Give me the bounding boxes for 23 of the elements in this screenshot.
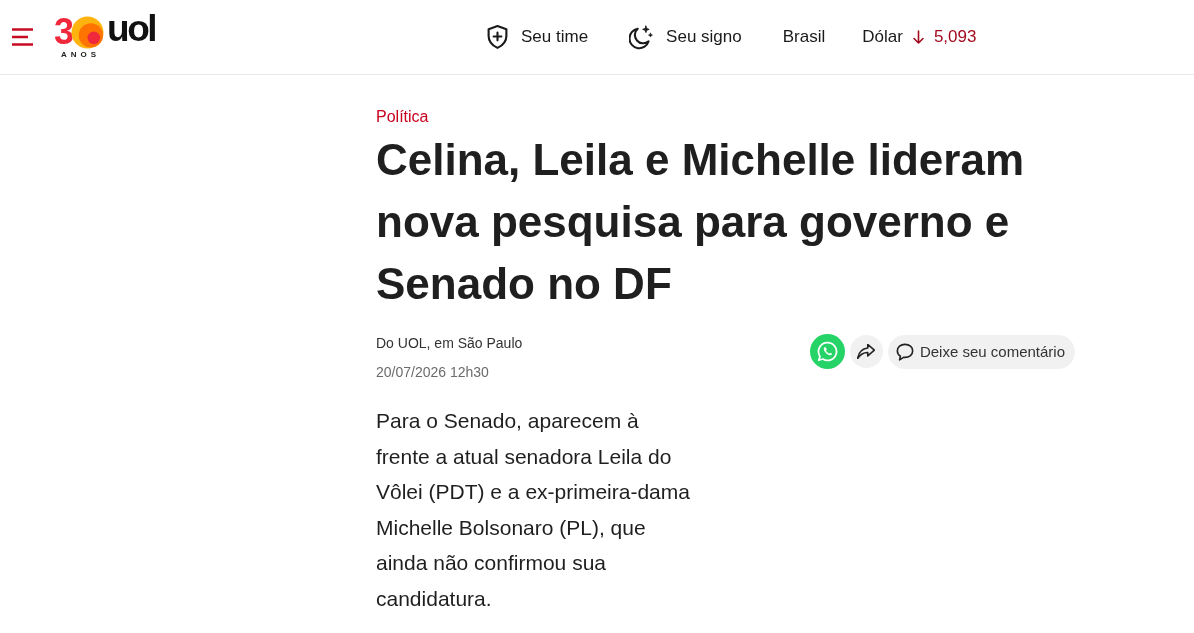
logo-caption: ANOS [61, 50, 101, 60]
publish-date: 20/07/2026 12h30 [376, 363, 489, 382]
nav-link[interactable]: Seu time [487, 25, 589, 49]
article-headline: Celina, Leila e Michelle lideram nova pesquisa para governo e Senado no DF [376, 134, 1026, 310]
logo-number[interactable]: 3 [54, 16, 74, 48]
speech-bubble-icon [895, 342, 914, 361]
nav-link[interactable]: Brasil [782, 27, 826, 47]
moon-stars-icon [629, 24, 654, 50]
share-button[interactable] [849, 335, 883, 368]
comment-button[interactable]: Deixe seu comentário [887, 334, 1075, 369]
logo-sun-icon[interactable] [71, 15, 105, 49]
currency-label: Dólar [862, 27, 903, 47]
category-link[interactable]: Política [376, 107, 429, 127]
phone-bubble-icon [816, 341, 838, 362]
shield-plus-icon [487, 25, 508, 49]
logo-wordmark[interactable]: uol [107, 13, 155, 45]
share-arrow-icon [857, 344, 876, 359]
lead-paragraph: Para o Senado, aparecem à frente a atual senadora Leila do Vôlei (PDT) e a ex-primeira-dama Michelle Bolsonaro (PL), que ainda não confirmou sua candidatura. [376, 408, 691, 612]
menu-button[interactable] [12, 28, 34, 46]
byline: Do UOL, em São Paulo [376, 334, 523, 353]
nav-link[interactable]: Seu signo [629, 24, 742, 50]
menu-icon [12, 28, 34, 46]
currency-value: 5,093 [933, 27, 977, 47]
